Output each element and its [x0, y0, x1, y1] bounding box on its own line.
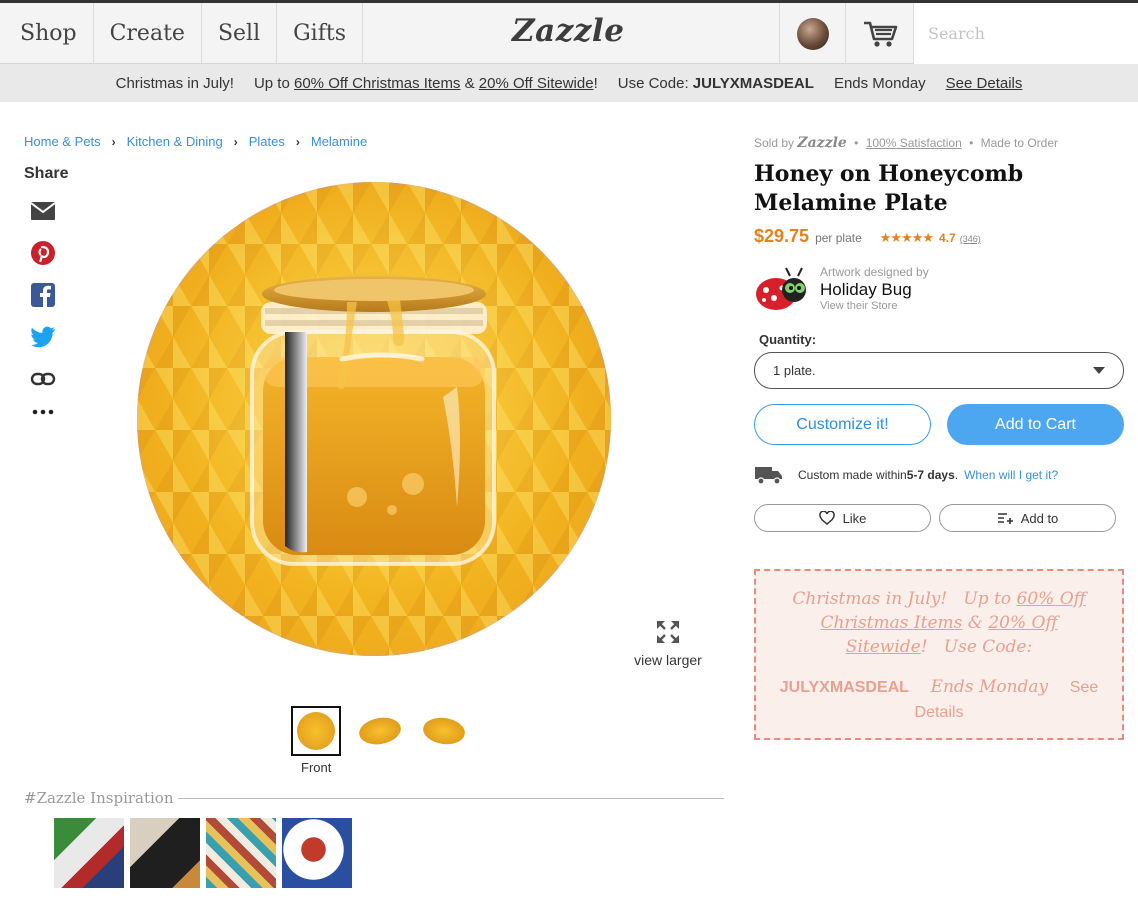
price-unit: per plate — [815, 231, 862, 245]
zazzle-brand: Zazzle — [797, 135, 847, 151]
chevron-right-icon: › — [295, 134, 300, 149]
promo-see-details[interactable]: See Details — [946, 75, 1023, 92]
inspiration-row — [54, 818, 358, 888]
rating-value: 4.7 — [939, 231, 956, 245]
chevron-down-icon — [1093, 367, 1105, 374]
add-to-label: Add to — [1020, 510, 1059, 526]
seller-info: Sold by Zazzle • 100% Satisfaction • Mad… — [754, 135, 1059, 151]
breadcrumb-melamine[interactable]: Melamine — [311, 134, 367, 149]
twitter-icon[interactable] — [29, 316, 57, 358]
chevron-right-icon: › — [233, 134, 238, 149]
view-larger-button[interactable]: view larger — [628, 618, 708, 668]
designer-label: Artwork designed by — [820, 265, 929, 279]
promo-box-see[interactable]: See — [1070, 679, 1098, 696]
like-button[interactable]: Like — [754, 504, 931, 532]
add-to-list-icon — [997, 513, 1013, 524]
shipping-info: Custom made within 5-7 days. When will I… — [754, 464, 1058, 486]
promo-code: Use Code: JULYXMASDEAL — [617, 74, 814, 92]
view-larger-label: view larger — [634, 652, 702, 668]
quantity-select[interactable]: 1 plate. — [754, 352, 1124, 389]
promo-link-sitewide[interactable]: 20% Off Sitewide — [479, 75, 594, 92]
product-title: Honey on Honeycomb Melamine Plate — [754, 161, 1024, 216]
designer-text: Artwork designed by Holiday Bug View the… — [820, 266, 929, 314]
promo-box-ends: Ends Monday — [930, 677, 1049, 697]
promo-box-code: JULYXMASDEAL — [779, 679, 909, 696]
inspiration-image[interactable] — [54, 818, 124, 888]
delivery-estimate-link[interactable]: When will I get it? — [964, 468, 1058, 482]
shipping-days: 5-7 days — [906, 468, 955, 482]
promo-offer: Up to 60% Off Christmas Items & 20% Off … — [253, 74, 598, 92]
thumbnail-image — [421, 715, 467, 747]
thumbnail-image — [357, 714, 403, 748]
promo-bar: Christmas in July! Up to 60% Off Christm… — [0, 64, 1138, 102]
top-nav: Shop Create Sell Gifts Zazzle — [0, 0, 1138, 64]
quantity-value: 1 plate. — [773, 363, 816, 378]
share-icons — [28, 190, 58, 424]
add-to-list-button[interactable]: Add to — [939, 504, 1116, 532]
chevron-right-icon: › — [111, 134, 116, 149]
share-label: Share — [24, 165, 69, 182]
like-label: Like — [842, 510, 867, 526]
link-icon[interactable] — [29, 358, 57, 400]
nav-sell[interactable]: Sell — [202, 3, 278, 64]
promo-box-details[interactable]: Details — [915, 704, 964, 721]
price: $29.75 — [754, 226, 810, 246]
promo-ends: Ends Monday — [833, 74, 926, 92]
more-icon[interactable] — [29, 400, 57, 424]
search-box — [913, 3, 1138, 64]
email-icon[interactable] — [29, 190, 57, 232]
thumbnail-angle-2[interactable] — [419, 706, 469, 756]
breadcrumb-home-pets[interactable]: Home & Pets — [24, 134, 101, 149]
satisfaction-link[interactable]: 100% Satisfaction — [866, 136, 962, 150]
promo-box: Christmas in July! Up to 60% Off Christm… — [754, 569, 1124, 740]
breadcrumb-plates[interactable]: Plates — [249, 134, 285, 149]
made-to-order: Made to Order — [980, 136, 1059, 150]
quantity-label: Quantity: — [759, 332, 817, 347]
review-count[interactable]: (346) — [960, 234, 981, 244]
heart-icon — [818, 511, 835, 525]
truck-icon — [755, 467, 782, 485]
thumbnail-front-label: Front — [301, 760, 332, 775]
nav-shop[interactable]: Shop — [0, 3, 94, 64]
customize-button[interactable]: Customize it! — [754, 404, 931, 445]
nav-right — [779, 3, 1138, 64]
expand-icon — [657, 621, 679, 643]
thumbnail-strip — [291, 706, 483, 756]
price-row: $29.75 per plate ★★★★★ 4.7 (346) — [754, 226, 981, 247]
designer-name[interactable]: Holiday Bug — [820, 281, 929, 298]
inspiration-title: #Zazzle Inspiration — [24, 789, 178, 807]
inspiration-image[interactable] — [282, 818, 352, 888]
promo-link-christmas[interactable]: 60% Off Christmas Items — [294, 75, 460, 92]
designer-info: Artwork designed by Holiday Bug View the… — [754, 266, 929, 314]
breadcrumb-kitchen-dining[interactable]: Kitchen & Dining — [127, 134, 223, 149]
account-menu[interactable] — [779, 3, 845, 64]
search-input[interactable] — [928, 24, 1130, 43]
cart-icon — [863, 21, 897, 47]
promo-headline: Christmas in July! — [115, 74, 234, 92]
designer-store-link[interactable]: View their Store — [820, 301, 929, 312]
ladybug-avatar[interactable] — [754, 266, 810, 314]
facebook-icon[interactable] — [29, 274, 57, 316]
thumbnail-image — [297, 712, 335, 750]
nav-create[interactable]: Create — [94, 3, 202, 64]
avatar[interactable] — [796, 17, 829, 50]
breadcrumb: Home & Pets › Kitchen & Dining › Plates … — [24, 134, 367, 149]
add-to-cart-button[interactable]: Add to Cart — [947, 404, 1124, 445]
inspiration-image[interactable] — [130, 818, 200, 888]
honey-jar-illustration — [250, 276, 496, 566]
thumbnail-front[interactable] — [291, 706, 341, 756]
pinterest-icon[interactable] — [29, 232, 57, 274]
ladybug-icon — [756, 267, 806, 310]
rating-stars-icon[interactable]: ★★★★★ — [880, 230, 934, 246]
product-image[interactable] — [137, 182, 611, 656]
zazzle-logo[interactable]: Zazzle — [512, 13, 624, 49]
cart-button[interactable] — [845, 3, 913, 64]
thumbnail-angle-1[interactable] — [355, 706, 405, 756]
inspiration-image[interactable] — [206, 818, 276, 888]
nav-gifts[interactable]: Gifts — [277, 3, 363, 64]
